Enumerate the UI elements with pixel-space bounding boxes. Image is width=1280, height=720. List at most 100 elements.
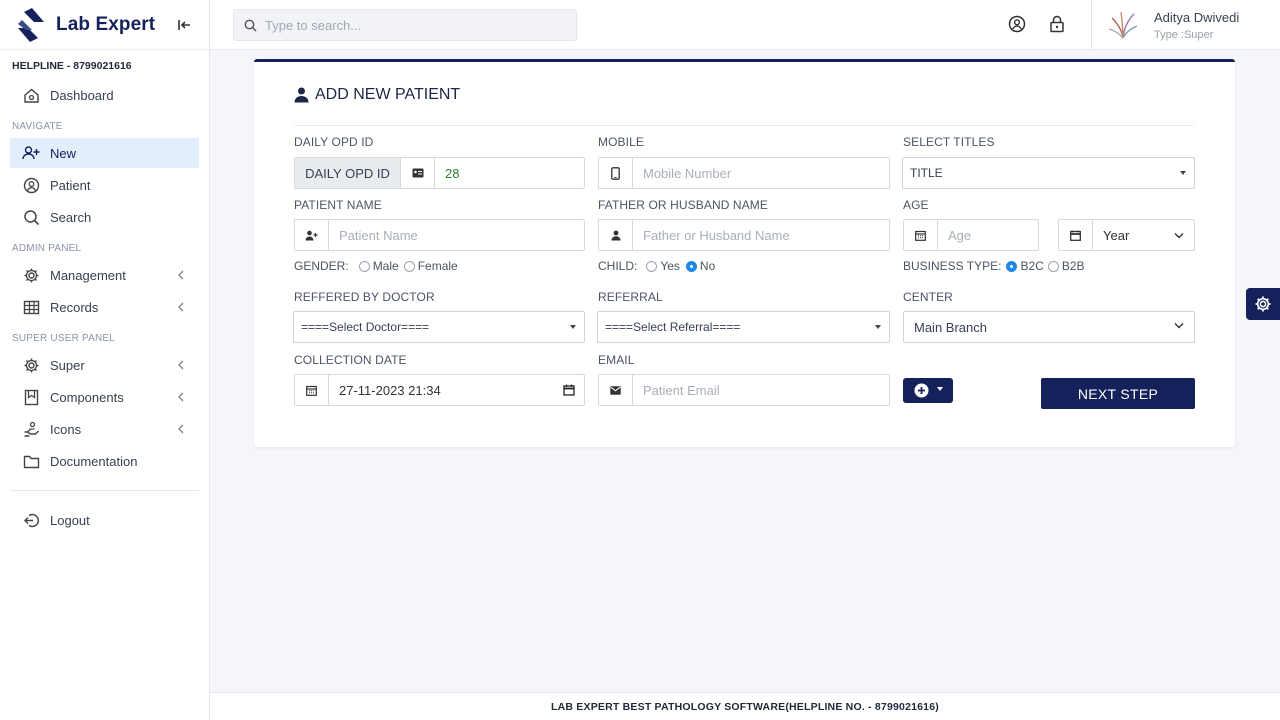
calendar-icon <box>904 220 938 250</box>
email-input[interactable] <box>633 375 889 405</box>
business-b2c-radio[interactable] <box>1006 260 1018 272</box>
logo-icon <box>18 7 44 42</box>
sidebar-item-label: Records <box>50 299 99 315</box>
gender-male-label: Male <box>372 259 399 273</box>
business-b2b-label: B2B <box>1061 259 1085 273</box>
sidebar-item-label: Super <box>50 357 85 373</box>
caret-down-icon <box>875 325 881 329</box>
mobile-input[interactable] <box>633 158 889 188</box>
user-circle-icon[interactable] <box>1007 14 1027 34</box>
sidebar-item-dashboard[interactable]: Dashboard <box>10 80 199 110</box>
patient-name-label: PATIENT NAME <box>294 198 382 212</box>
plus-circle-icon <box>914 383 928 398</box>
mobile-label: MOBILE <box>598 135 644 149</box>
user-type: Type :Super <box>1154 28 1214 41</box>
sidebar-item-search[interactable]: Search <box>10 202 199 232</box>
guardian-name-field <box>598 219 890 251</box>
sidebar-item-records[interactable]: Records <box>10 292 199 322</box>
center-select[interactable]: Main Branch <box>903 311 1195 343</box>
business-type-label: BUSINESS TYPE: <box>903 259 1002 273</box>
calendar-picker-icon[interactable] <box>554 375 584 405</box>
grid-icon <box>22 298 40 316</box>
add-patient-card: ADD NEW PATIENT DAILY OPD ID MOBILE SELE… <box>254 59 1235 447</box>
caret-down-icon <box>936 387 943 391</box>
person-icon <box>599 220 633 250</box>
id-card-icon <box>401 158 435 188</box>
topbar: Aditya Dwivedi Type :Super <box>210 0 1280 50</box>
doctor-select[interactable]: ====Select Doctor==== <box>293 311 585 343</box>
age-input[interactable] <box>938 220 1038 250</box>
age-label: AGE <box>903 198 929 212</box>
sidebar-item-logout[interactable]: Logout <box>10 505 199 535</box>
referral-select[interactable]: ====Select Referral==== <box>597 311 890 343</box>
child-yes-radio[interactable] <box>646 260 658 272</box>
lock-icon[interactable] <box>1047 14 1067 34</box>
sidebar-item-icons[interactable]: Icons <box>10 414 199 444</box>
page-title-text: ADD NEW PATIENT <box>315 86 461 103</box>
gender-label: GENDER: <box>294 259 349 273</box>
avatar <box>1106 8 1140 42</box>
brand-name: Lab Expert <box>56 13 156 35</box>
gear-icon <box>1255 296 1271 312</box>
collapse-icon[interactable] <box>175 15 195 35</box>
section-navigate: NAVIGATE <box>12 121 63 132</box>
chevron-left-icon <box>178 360 184 370</box>
age-unit-field: Year <box>1058 219 1195 251</box>
sidebar-item-label: Documentation <box>50 453 138 469</box>
chevron-left-icon <box>178 302 184 312</box>
child-no-radio[interactable] <box>685 260 697 272</box>
sidebar-divider <box>10 490 199 491</box>
sidebar-item-super[interactable]: Super <box>10 350 199 380</box>
daily-opd-input[interactable] <box>435 158 584 188</box>
section-super: SUPER USER PANEL <box>12 333 116 344</box>
gender-group: GENDER: Male Female <box>294 259 458 273</box>
gender-female-radio[interactable] <box>403 260 415 272</box>
folder-icon <box>22 452 40 470</box>
patient-name-input[interactable] <box>329 220 584 250</box>
person-icon <box>294 87 309 103</box>
sidebar-item-management[interactable]: Management <box>10 260 199 290</box>
envelope-icon <box>599 375 633 405</box>
next-step-button[interactable]: NEXT STEP <box>1041 378 1195 409</box>
doctor-select-value: ====Select Doctor==== <box>301 320 430 334</box>
collection-date-label: COLLECTION DATE <box>294 353 407 367</box>
hand-icon <box>22 420 40 438</box>
search-icon <box>244 19 257 32</box>
brand: Lab Expert <box>0 0 209 50</box>
title-select-value: TITLE <box>910 166 943 180</box>
collection-date-field <box>294 374 585 406</box>
calendar-icon <box>1059 220 1093 250</box>
add-options-button[interactable] <box>903 378 953 403</box>
sidebar-item-label: Components <box>50 389 124 405</box>
user-circle-icon <box>22 176 40 194</box>
title-select[interactable]: TITLE <box>902 157 1195 189</box>
patient-name-field <box>294 219 585 251</box>
caret-down-icon <box>570 325 576 329</box>
settings-gear-button[interactable] <box>1246 288 1280 320</box>
business-b2b-radio[interactable] <box>1047 260 1059 272</box>
child-group: CHILD: Yes No <box>598 259 715 273</box>
guardian-name-input[interactable] <box>633 220 889 250</box>
referral-select-value: ====Select Referral==== <box>605 320 741 334</box>
age-unit-select[interactable]: Year <box>1093 220 1194 250</box>
child-yes-label: Yes <box>660 259 680 273</box>
section-admin: ADMIN PANEL <box>12 243 82 254</box>
chevron-left-icon <box>178 424 184 434</box>
sidebar-item-documentation[interactable]: Documentation <box>10 446 199 476</box>
email-label: EMAIL <box>598 353 635 367</box>
collection-date-input[interactable] <box>329 375 554 405</box>
sidebar-item-label: Patient <box>50 177 91 193</box>
chevron-left-icon <box>178 392 184 402</box>
sidebar-item-new[interactable]: New <box>10 138 199 168</box>
doctor-label: REFFERED BY DOCTOR <box>294 290 435 304</box>
center-select-value: Main Branch <box>914 319 987 335</box>
gender-male-radio[interactable] <box>358 260 370 272</box>
sidebar-item-components[interactable]: Components <box>10 382 199 412</box>
user-menu[interactable]: Aditya Dwivedi Type :Super <box>1091 0 1280 50</box>
sidebar-item-label: Search <box>50 209 92 225</box>
phone-icon <box>599 158 633 188</box>
search-input[interactable] <box>265 17 555 33</box>
titles-label: SELECT TITLES <box>903 135 995 149</box>
sidebar-item-label: Management <box>50 267 126 283</box>
sidebar-item-patient[interactable]: Patient <box>10 170 199 200</box>
